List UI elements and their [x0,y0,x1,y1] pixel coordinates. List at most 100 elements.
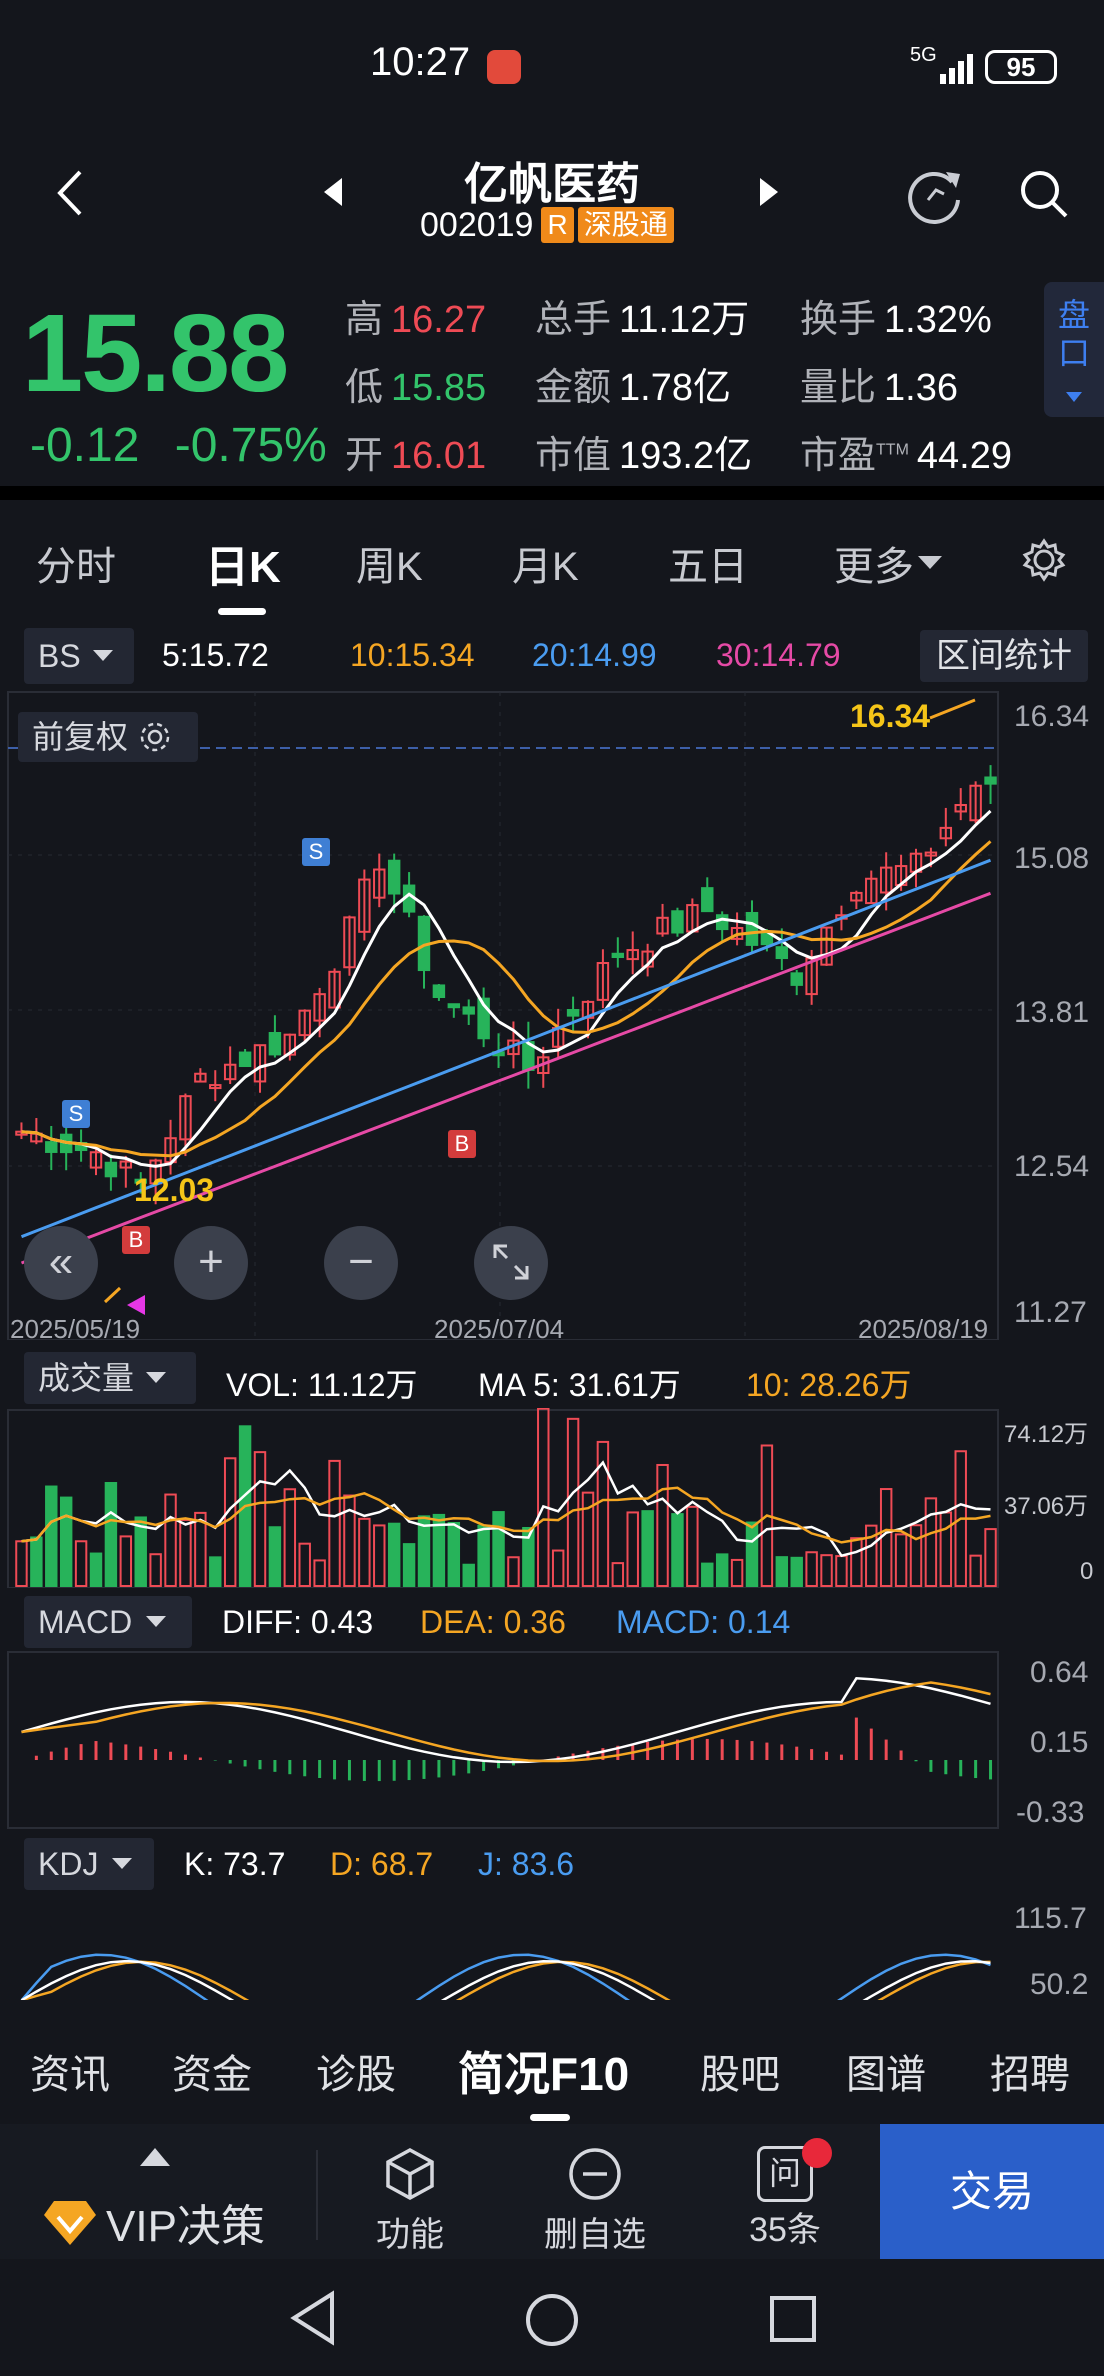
y-tick: 11.27 [1014,1296,1087,1329]
sell-signal-badge[interactable]: S [302,838,330,866]
macd-selector[interactable]: MACD [24,1596,192,1648]
market-badge: 深股通 [577,207,674,243]
bs-selector[interactable]: BS [24,628,134,684]
amount-stat: 金额 1.78亿 [535,367,731,409]
macd-diff: DIFF: 0.43 [222,1604,374,1640]
volume-bar [566,1417,580,1587]
ma10-line [21,840,992,1158]
active-tab-indicator [218,608,266,615]
ma20-value: 20:14.99 [532,637,657,673]
volume-bar [387,1522,401,1587]
volume-bar [268,1526,282,1587]
volume-bar [626,1511,639,1587]
volume-bar [59,1496,73,1587]
caret-up-icon[interactable] [140,2148,170,2166]
adjust-selector[interactable]: 前复权 [18,712,198,762]
buy-signal-badge[interactable]: B [122,1226,150,1254]
turnover-stat: 换手 1.32% [800,299,992,341]
volume-selector[interactable]: 成交量 [24,1352,196,1404]
gear-icon [140,722,170,752]
volume-bar [641,1510,654,1587]
candle-body [701,887,714,913]
tab-f10[interactable]: 简况F10 [458,2038,629,2104]
candle-body [462,1006,475,1015]
macd-dea: DEA: 0.36 [420,1604,566,1640]
remove-watchlist-button[interactable]: 删自选 [540,2146,650,2256]
sell-signal-badge[interactable]: S [62,1100,90,1128]
range-stats-button[interactable]: 区间统计 [920,630,1088,682]
tab-graph[interactable]: 图谱 [846,2042,926,2100]
tab-forum[interactable]: 股吧 [700,2042,780,2100]
tab-monthly-k[interactable]: 月K [512,534,579,592]
volume-bar [179,1518,192,1587]
rzrq-badge: R [541,207,574,243]
buy-signal-badge[interactable]: B [448,1130,476,1158]
caret-down-icon [918,556,942,569]
candle-body [745,911,759,946]
vip-decision-button[interactable]: VIP决策 [44,2190,265,2254]
candle-body [715,914,729,931]
candle-body [447,1003,461,1009]
kdj-j: J: 83.6 [478,1846,575,1882]
pankou-button[interactable]: 盘口 [1044,282,1104,417]
kdj-y-tick: 50.2 [1030,1968,1089,2001]
tab-intraday[interactable]: 分时 [36,534,116,592]
zoom-out-button[interactable]: − [324,1226,398,1300]
volume-bar [298,1542,311,1588]
x-date: 2025/08/19 [858,1314,989,1344]
macd-chart [7,1651,999,1829]
kdj-selector[interactable]: KDJ [24,1838,154,1890]
scroll-left-button[interactable]: « [24,1226,98,1300]
refresh-icon[interactable] [906,164,966,224]
volume-bar [671,1513,684,1587]
vol-ma10: 10: 28.26万 [746,1367,912,1403]
tab-news[interactable]: 资讯 [30,2042,110,2100]
nav-home-icon[interactable] [524,2292,580,2348]
kdj-y-tick: 115.7 [1014,1902,1087,1935]
kline-chart[interactable] [0,690,1104,1340]
volume-bar [835,1555,848,1588]
high-marker-line [929,698,976,720]
expand-icon [493,1244,529,1280]
volume-bar [537,1408,550,1587]
caret-down-icon [92,650,113,661]
nav-back-icon[interactable] [288,2290,338,2346]
macd-y-tick: 0.64 [1030,1656,1089,1689]
tab-five-day[interactable]: 五日 [668,534,748,592]
tab-daily-k[interactable]: 日K [205,531,281,595]
tab-weekly-k[interactable]: 周K [356,534,423,592]
volume-bar [328,1459,341,1587]
volume-bar [656,1463,669,1587]
stock-code-row: 002019 R 深股通 [420,205,674,245]
settings-gear-icon[interactable] [1022,538,1066,582]
candle-body [984,776,997,785]
caret-down-icon [146,1616,167,1627]
candle-body [611,952,625,959]
nav-recent-icon[interactable] [768,2294,818,2344]
vol-y-tick: 37.06万 [1004,1493,1089,1520]
fullscreen-button[interactable] [474,1226,548,1300]
zoom-in-button[interactable]: + [174,1226,248,1300]
toolbar-divider [316,2150,318,2240]
trade-button[interactable]: 交易 [880,2124,1104,2259]
volume-bar [492,1511,505,1587]
candle-body [45,1141,58,1153]
tab-funds[interactable]: 资金 [172,2042,252,2100]
next-stock-icon[interactable] [756,176,780,208]
volume-bar [611,1562,625,1587]
tab-jobs[interactable]: 招聘 [990,2042,1070,2100]
volume-bar [104,1482,118,1587]
current-price: 15.88 [22,292,289,415]
battery-indicator: 95 [985,50,1057,84]
vol-ratio-stat: 量比 1.36 [800,367,958,409]
ask-button[interactable]: 问 35条 [730,2138,840,2251]
x-date: 2025/07/04 [434,1314,565,1344]
tab-diagnosis[interactable]: 诊股 [316,2042,396,2100]
volume-bar [30,1536,43,1587]
vol-y-tick: 74.12万 [1004,1421,1089,1448]
pe-stat: 市盈TTM 44.29 [800,435,1012,477]
cube-icon [386,2148,434,2200]
function-button[interactable]: 功能 [360,2146,460,2256]
tab-more[interactable]: 更多 [834,534,942,592]
search-icon[interactable] [1016,166,1072,222]
